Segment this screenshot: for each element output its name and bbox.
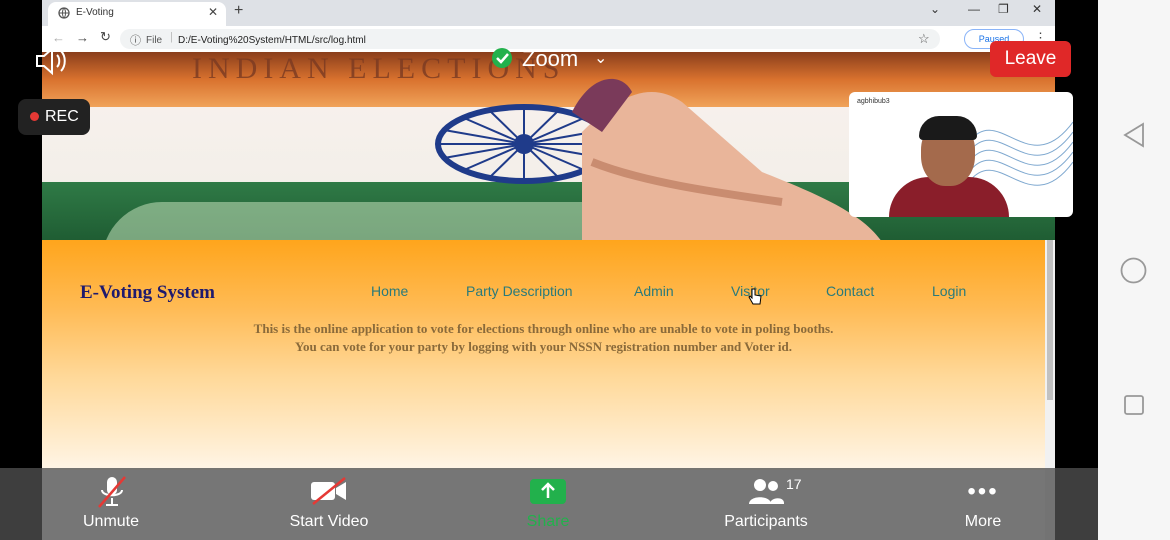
android-nav-bar [1098,0,1170,540]
reload-icon[interactable]: ↻ [100,29,111,45]
share-screen-icon [530,479,566,504]
video-off-icon [311,477,346,505]
url-text: D:/E-Voting%20System/HTML/src/log.html [178,35,366,46]
description-line-1: This is the online application to vote f… [253,321,834,336]
globe-icon [58,7,70,19]
muted-mic-icon [98,476,126,508]
participants-count: 17 [786,476,802,492]
back-triangle-icon[interactable] [1122,122,1146,148]
nav-party-description[interactable]: Party Description [466,283,573,299]
scrollbar-thumb[interactable] [1047,240,1053,400]
tab-title: E-Voting [76,7,114,18]
share-button[interactable]: Share [505,468,591,540]
home-circle-icon[interactable] [1120,257,1147,284]
minimize-icon[interactable]: — [968,2,980,16]
new-tab-button[interactable]: + [234,2,243,20]
site-content: E-Voting System Home Party Description A… [42,240,1045,470]
unmute-label: Unmute [82,513,140,530]
nav-contact[interactable]: Contact [826,283,874,299]
browser-tab[interactable]: E-Voting ✕ [48,2,226,26]
tab-close-icon[interactable]: ✕ [208,5,218,19]
more-label: More [964,513,1002,530]
zoom-title[interactable]: Zoom [522,46,578,72]
recording-indicator[interactable]: REC [18,99,90,135]
site-logo[interactable]: E-Voting System [80,282,215,304]
voting-hand-graphic [572,78,881,240]
nav-login[interactable]: Login [932,283,966,299]
file-scheme-label: File [146,35,163,46]
start-video-label: Start Video [289,513,369,530]
close-window-icon[interactable]: ✕ [1032,2,1042,16]
info-icon[interactable]: ⓘ [130,32,141,48]
recording-dot-icon [30,112,39,121]
site-description: This is the online application to vote f… [42,320,1045,356]
more-dots-icon: ••• [967,478,999,505]
recents-square-icon[interactable] [1123,394,1145,416]
back-icon[interactable]: ← [52,30,65,45]
participant-video-tile[interactable]: agbhibub3 [849,92,1073,217]
separator: | [170,31,173,43]
participants-button[interactable]: 17 Participants [716,468,816,540]
participants-label: Participants [724,513,808,530]
nav-admin[interactable]: Admin [634,283,674,299]
meeting-toolbar: Unmute Start Video Share 17 Participants… [0,468,1098,540]
more-button[interactable]: ••• More [950,468,1016,540]
description-line-2: You can vote for your party by logging w… [295,339,792,354]
secure-check-icon [492,48,512,68]
rec-label: REC [45,108,79,125]
leave-button[interactable]: Leave [990,41,1071,77]
restore-icon[interactable]: ❐ [998,2,1009,16]
forward-icon[interactable]: → [76,30,89,45]
nav-home[interactable]: Home [371,283,408,299]
participants-icon [749,479,784,504]
chevron-down-icon[interactable]: ⌄ [594,48,607,68]
speaker-icon[interactable] [34,46,70,76]
video-brand-text: agbhibub3 [857,98,890,105]
tab-search-icon[interactable]: ⌄ [930,2,940,16]
share-label: Share [526,513,570,530]
start-video-button[interactable]: Start Video [283,468,375,540]
star-icon[interactable]: ☆ [918,31,930,47]
browser-tab-strip: E-Voting ✕ + ⌄ — ❐ ✕ [42,0,1055,26]
shared-screen: E-Voting ✕ + ⌄ — ❐ ✕ ← → ↻ ⓘ File | D:/E… [42,0,1055,540]
unmute-button[interactable]: Unmute [70,468,152,540]
person-hair [919,116,977,140]
hand-cursor-icon [748,288,762,305]
